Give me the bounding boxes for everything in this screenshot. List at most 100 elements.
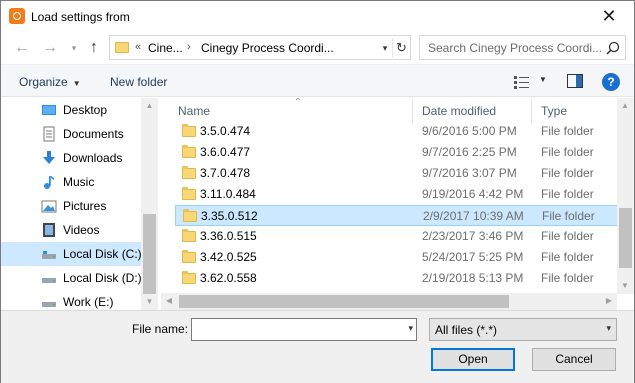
open-button[interactable]: Open xyxy=(431,348,515,371)
change-view-button[interactable]: ▼ xyxy=(513,73,551,91)
breadcrumb-separator[interactable]: › xyxy=(187,41,191,53)
app-icon xyxy=(9,8,25,24)
file-date: 9/7/2016 2:25 PM xyxy=(422,145,517,159)
file-name: 3.62.0.558 xyxy=(200,271,257,285)
file-name: 3.6.0.477 xyxy=(200,145,251,159)
view-dropdown-icon[interactable]: ▼ xyxy=(539,75,547,84)
organize-button[interactable]: Organize ▼ xyxy=(19,75,81,89)
chevron-down-icon: ▾ xyxy=(606,323,611,333)
scroll-up-arrow[interactable]: ▲ xyxy=(617,98,633,114)
scroll-left-arrow[interactable]: ◀ xyxy=(161,293,177,309)
folder-icon xyxy=(183,209,197,222)
scroll-down-arrow[interactable]: ▼ xyxy=(617,278,633,294)
file-type: File folder xyxy=(541,145,594,159)
file-type: File folder xyxy=(541,250,594,264)
file-name: 3.42.0.525 xyxy=(200,250,257,264)
search-placeholder[interactable]: Search Cinegy Process Coordi... xyxy=(428,41,602,55)
title-bar[interactable]: Load settings from ✕ xyxy=(1,1,634,32)
dialog-window: Load settings from ✕ ← → ▾ ↑ « Cine... ›… xyxy=(0,0,635,383)
nav-item-local-disk-d[interactable]: Local Disk (D:) xyxy=(1,266,142,290)
scrollbar-thumb[interactable] xyxy=(143,214,156,294)
search-box[interactable]: Search Cinegy Process Coordi... xyxy=(419,35,626,60)
address-bar[interactable]: « Cine... › Cinegy Process Coordi... ▾ ↻ xyxy=(109,35,411,60)
file-type-value: All files (*.*) xyxy=(435,323,498,337)
nav-item-local-disk-c[interactable]: Local Disk (C:) xyxy=(1,242,142,266)
scrollbar-thumb[interactable] xyxy=(179,295,509,308)
cancel-button[interactable]: Cancel xyxy=(532,348,616,371)
documents-icon xyxy=(43,126,55,142)
window-title: Load settings from xyxy=(31,10,130,24)
file-row-selected[interactable]: 3.35.0.512 2/9/2017 10:39 AM File folder xyxy=(175,205,618,226)
breadcrumb-cinegy[interactable]: Cine... xyxy=(148,41,183,55)
file-row[interactable]: 3.6.0.477 9/7/2016 2:25 PM File folder xyxy=(175,142,618,163)
refresh-button[interactable]: ↻ xyxy=(392,38,410,57)
back-button[interactable]: ← xyxy=(11,37,33,59)
nav-item-label: Videos xyxy=(63,223,100,237)
file-name: 3.11.0.484 xyxy=(200,187,256,201)
column-header-date[interactable]: Date modified xyxy=(412,98,531,123)
file-date: 9/7/2016 3:07 PM xyxy=(422,166,517,180)
nav-item-documents[interactable]: Documents xyxy=(1,122,141,146)
folder-icon xyxy=(182,145,196,158)
videos-icon xyxy=(43,223,55,237)
file-row[interactable]: 3.36.0.515 2/23/2017 3:46 PM File folder xyxy=(175,226,618,247)
filename-input[interactable] xyxy=(194,321,394,338)
nav-item-downloads[interactable]: Downloads xyxy=(1,146,141,170)
column-header-name[interactable]: Name ^ xyxy=(168,98,412,123)
chevron-down-icon[interactable]: ▾ xyxy=(408,323,413,334)
scroll-right-arrow[interactable]: ▶ xyxy=(601,293,617,309)
close-button[interactable]: ✕ xyxy=(596,4,622,28)
navigation-pane: Desktop Documents Downloads Music Pictur… xyxy=(1,98,158,310)
file-type-select[interactable]: All files (*.*) ▾ xyxy=(429,318,617,341)
file-row[interactable]: 3.5.0.474 9/6/2016 5:00 PM File folder xyxy=(175,121,618,142)
file-date: 9/6/2016 5:00 PM xyxy=(422,124,517,138)
nav-item-videos[interactable]: Videos xyxy=(1,218,141,242)
file-list-vertical-scrollbar[interactable]: ▲ ▼ xyxy=(617,98,634,294)
column-header-type[interactable]: Type xyxy=(531,98,617,123)
file-list-horizontal-scrollbar[interactable]: ◀ ▶ xyxy=(161,293,617,310)
nav-item-label: Local Disk (C:) xyxy=(63,247,142,261)
view-details-icon xyxy=(514,76,529,89)
file-date: 2/23/2017 3:46 PM xyxy=(422,229,524,243)
pictures-icon xyxy=(41,200,57,213)
recent-locations-button[interactable]: ▾ xyxy=(63,37,85,59)
search-icon[interactable] xyxy=(606,41,620,55)
command-bar: Organize ▼ New folder ▼ ? xyxy=(1,64,634,97)
folder-icon xyxy=(115,42,129,53)
organize-label: Organize xyxy=(19,75,68,89)
file-name: 3.7.0.478 xyxy=(200,166,251,180)
file-list: Name ^ Date modified Type 3.5.0.474 9/6/… xyxy=(161,98,634,310)
music-icon xyxy=(44,176,54,189)
new-folder-button[interactable]: New folder xyxy=(110,75,167,89)
file-row[interactable]: 3.7.0.478 9/7/2016 3:07 PM File folder xyxy=(175,163,618,184)
navigation-bar: ← → ▾ ↑ « Cine... › Cinegy Process Coord… xyxy=(1,32,634,64)
breadcrumb-process-coordinator[interactable]: Cinegy Process Coordi... xyxy=(201,41,334,55)
filename-combobox[interactable]: ▾ xyxy=(191,318,417,341)
file-type: File folder xyxy=(541,187,594,201)
scroll-down-arrow[interactable]: ▼ xyxy=(141,294,158,310)
nav-pane-scrollbar[interactable]: ▲ ▼ xyxy=(141,98,158,310)
file-row[interactable]: 3.11.0.484 9/19/2016 4:42 PM File folder xyxy=(175,184,618,205)
address-overflow[interactable]: « xyxy=(135,41,141,53)
file-row[interactable]: 3.42.0.525 5/24/2017 5:25 PM File folder xyxy=(175,247,618,268)
nav-item-label: Documents xyxy=(63,127,124,141)
drive-icon xyxy=(42,302,56,307)
file-date: 5/24/2017 5:25 PM xyxy=(422,250,524,264)
up-button[interactable]: ↑ xyxy=(83,37,105,59)
nav-item-work-e[interactable]: Work (E:) xyxy=(1,290,141,310)
file-name: 3.35.0.512 xyxy=(201,209,258,223)
help-button[interactable]: ? xyxy=(602,73,620,91)
scrollbar-thumb[interactable] xyxy=(619,208,632,268)
scroll-up-arrow[interactable]: ▲ xyxy=(141,98,158,114)
preview-pane-button[interactable] xyxy=(567,74,583,88)
nav-item-music[interactable]: Music xyxy=(1,170,141,194)
file-type: File folder xyxy=(541,166,594,180)
address-dropdown-icon[interactable]: ▾ xyxy=(378,41,392,55)
nav-item-label: Desktop xyxy=(63,103,108,117)
file-row[interactable]: 3.62.0.558 2/19/2018 5:13 PM File folder xyxy=(175,268,618,289)
nav-item-desktop[interactable]: Desktop xyxy=(1,98,141,122)
nav-item-label: Pictures xyxy=(63,199,107,213)
folder-icon xyxy=(182,187,196,200)
nav-item-pictures[interactable]: Pictures xyxy=(1,194,141,218)
forward-button[interactable]: → xyxy=(39,37,61,59)
